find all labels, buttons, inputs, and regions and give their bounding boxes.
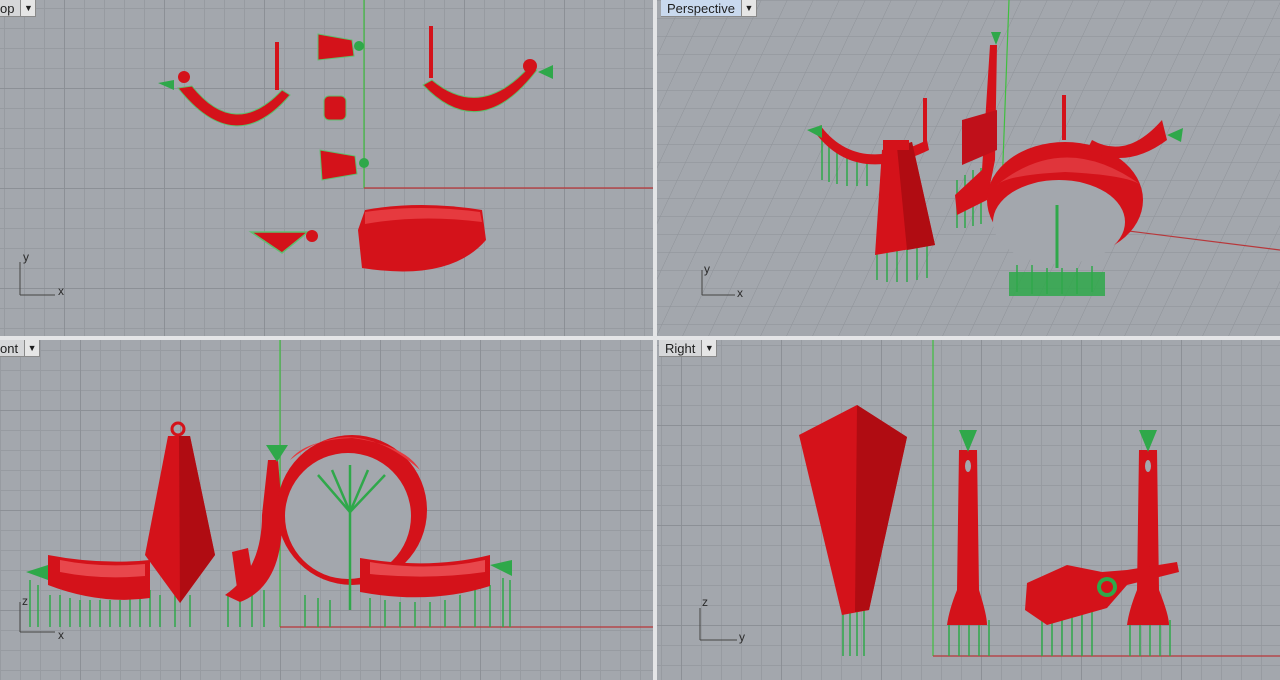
chevron-down-icon[interactable]: ▼ — [21, 0, 37, 17]
pendant-loop — [170, 421, 186, 437]
pendant-top-view — [248, 231, 311, 254]
viewport-title-right[interactable]: Right ▼ — [659, 340, 718, 357]
viewport-title-label[interactable]: Right — [659, 340, 703, 357]
chevron-down-icon[interactable]: ▼ — [25, 340, 41, 357]
hinge-block — [323, 95, 347, 121]
right-view-scene — [699, 340, 1280, 657]
chevron-down-icon[interactable]: ▼ — [741, 0, 757, 17]
viewport-front[interactable]: ont ▼ x z — [0, 340, 653, 680]
axis-label-y: y — [23, 250, 29, 264]
pillar-part — [947, 450, 987, 625]
axis-label-x: x — [58, 284, 64, 298]
viewport-right[interactable]: Right ▼ y z — [657, 340, 1280, 680]
arm-pin — [275, 42, 279, 90]
viewport-perspective[interactable]: Perspective ▼ x y — [657, 0, 1280, 336]
right-arc-part — [422, 67, 538, 113]
support-cone — [158, 80, 174, 90]
clip-piece-top — [317, 33, 355, 61]
viewport-divider-vertical[interactable] — [653, 0, 657, 680]
viewport-divider-horizontal[interactable] — [0, 336, 1280, 340]
axis-label-x: x — [58, 628, 64, 642]
left-arc-end — [178, 71, 190, 83]
left-arc-part — [177, 85, 291, 127]
viewport-top[interactable]: op ▼ x y — [0, 0, 653, 336]
axis-label-z: z — [702, 595, 708, 609]
axis-label-y: y — [739, 630, 745, 644]
perspective-view-scene — [657, 0, 1280, 336]
support-cone — [538, 65, 553, 79]
viewport-title-front[interactable]: ont ▼ — [0, 340, 41, 357]
viewport-title-label[interactable]: op — [0, 0, 22, 17]
axis-label-z: z — [22, 594, 28, 608]
hook-part — [225, 460, 283, 602]
front-view-scene — [19, 340, 653, 633]
axis-label-y: y — [704, 262, 710, 276]
arm-pin — [429, 26, 433, 78]
viewport-title-perspective[interactable]: Perspective ▼ — [661, 0, 757, 17]
pillar-part — [1127, 450, 1169, 625]
top-view-scene — [19, 0, 653, 296]
chevron-down-icon[interactable]: ▼ — [702, 340, 718, 357]
clip-piece-bottom — [319, 149, 358, 181]
viewport-title-label[interactable]: Perspective — [661, 0, 742, 17]
viewport-title-label[interactable]: ont — [0, 340, 26, 357]
axis-label-x: x — [737, 286, 743, 300]
viewport-title-top[interactable]: op ▼ — [0, 0, 37, 17]
